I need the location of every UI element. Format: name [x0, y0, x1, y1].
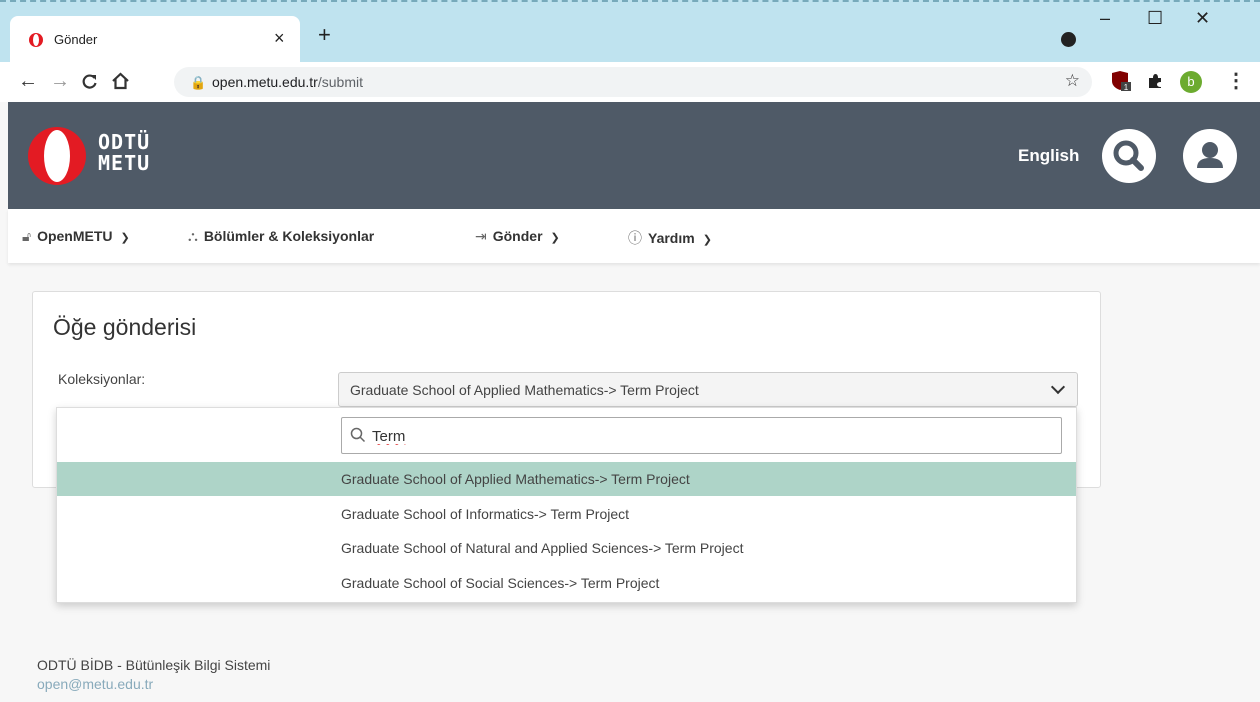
nav-yardim[interactable]: ⓘ Yardım ❯	[628, 228, 712, 248]
footer-text: ODTÜ BİDB - Bütünleşik Bilgi Sistemi	[37, 657, 271, 673]
ublock-extension-icon[interactable]: 1	[1110, 70, 1132, 92]
browser-tab[interactable]: Gönder ×	[10, 16, 300, 64]
address-bar[interactable]: 🔒 open.metu.edu.tr/submit ☆	[174, 67, 1092, 97]
extensions-puzzle-icon[interactable]	[1146, 72, 1164, 90]
window-close-icon[interactable]: ✕	[1195, 8, 1210, 29]
collections-label: Koleksiyonlar:	[58, 371, 146, 387]
forward-icon[interactable]: →	[50, 70, 70, 93]
minimize-icon[interactable]: –	[1100, 8, 1110, 29]
menu-kebab-icon[interactable]: ⋮	[1226, 68, 1246, 93]
collections-select[interactable]: Graduate School of Applied Mathematics->…	[338, 372, 1078, 407]
dropdown-option[interactable]: Graduate School of Informatics-> Term Pr…	[57, 497, 1076, 531]
browser-toolbar: ← → 🔒 open.metu.edu.tr/submit ☆ 1 b ⋮	[0, 62, 1260, 102]
chevron-down-icon: ❯	[120, 232, 130, 244]
tab-title: Gönder	[54, 32, 98, 47]
collections-dropdown: Graduate School of Applied Mathematics->…	[56, 407, 1077, 603]
dropdown-search-input[interactable]	[372, 424, 1042, 448]
profile-avatar[interactable]: b	[1180, 71, 1202, 93]
logo-wordmark[interactable]: ODTÜ METU	[98, 132, 150, 174]
info-icon: ⓘ	[628, 230, 642, 246]
sitemap-icon: ⛬	[188, 228, 198, 244]
sign-in-icon: ⇥	[475, 228, 487, 244]
chevron-down-icon: ❯	[702, 234, 712, 246]
dropdown-search[interactable]	[341, 417, 1062, 454]
nav-bolumler[interactable]: ⛬ Bölümler & Koleksiyonlar	[188, 228, 374, 245]
reload-icon[interactable]	[81, 73, 98, 90]
metu-logo-icon[interactable]	[28, 127, 86, 185]
media-control-icon[interactable]	[1061, 32, 1076, 47]
bookmark-star-icon[interactable]: ☆	[1065, 71, 1080, 91]
back-icon[interactable]: ←	[18, 70, 38, 93]
search-button[interactable]	[1102, 129, 1156, 183]
opera-favicon-icon	[29, 33, 43, 47]
lock-icon[interactable]: 🔒	[190, 75, 206, 91]
dropdown-option[interactable]: Graduate School of Applied Mathematics->…	[57, 462, 1076, 496]
unlock-icon: 🔓︎	[22, 228, 32, 244]
search-icon	[350, 427, 366, 443]
tab-close-icon[interactable]: ×	[274, 28, 285, 49]
selected-collection: Graduate School of Applied Mathematics->…	[350, 382, 699, 398]
url-text[interactable]: open.metu.edu.tr/submit	[212, 74, 363, 90]
user-menu-button[interactable]	[1183, 129, 1237, 183]
maximize-icon[interactable]: ☐	[1147, 8, 1163, 29]
dropdown-option[interactable]: Graduate School of Social Sciences-> Ter…	[57, 566, 1076, 600]
browser-tab-strip: Gönder × + – ☐ ✕	[0, 0, 1260, 64]
main-nav: 🔓︎ OpenMETU ❯ ⛬ Bölümler & Koleksiyonlar ⇥ G…	[8, 209, 1260, 263]
svg-text:1: 1	[1124, 83, 1129, 92]
new-tab-button[interactable]: +	[318, 22, 331, 48]
site-header: ODTÜ METU English	[8, 102, 1260, 209]
chevron-down-icon: ❯	[550, 232, 560, 244]
footer-email-link[interactable]: open@metu.edu.tr	[37, 676, 153, 692]
page-title: Öğe gönderisi	[53, 314, 197, 340]
user-icon	[1197, 142, 1223, 168]
search-icon	[1113, 140, 1144, 171]
dropdown-option[interactable]: Graduate School of Natural and Applied S…	[57, 531, 1076, 565]
language-switch[interactable]: English	[1018, 146, 1079, 166]
nav-gonder[interactable]: ⇥ Gönder ❯	[475, 228, 560, 245]
home-icon[interactable]	[111, 72, 130, 90]
nav-openmetu[interactable]: 🔓︎ OpenMETU ❯	[22, 228, 130, 245]
chevron-down-icon	[1050, 379, 1066, 395]
